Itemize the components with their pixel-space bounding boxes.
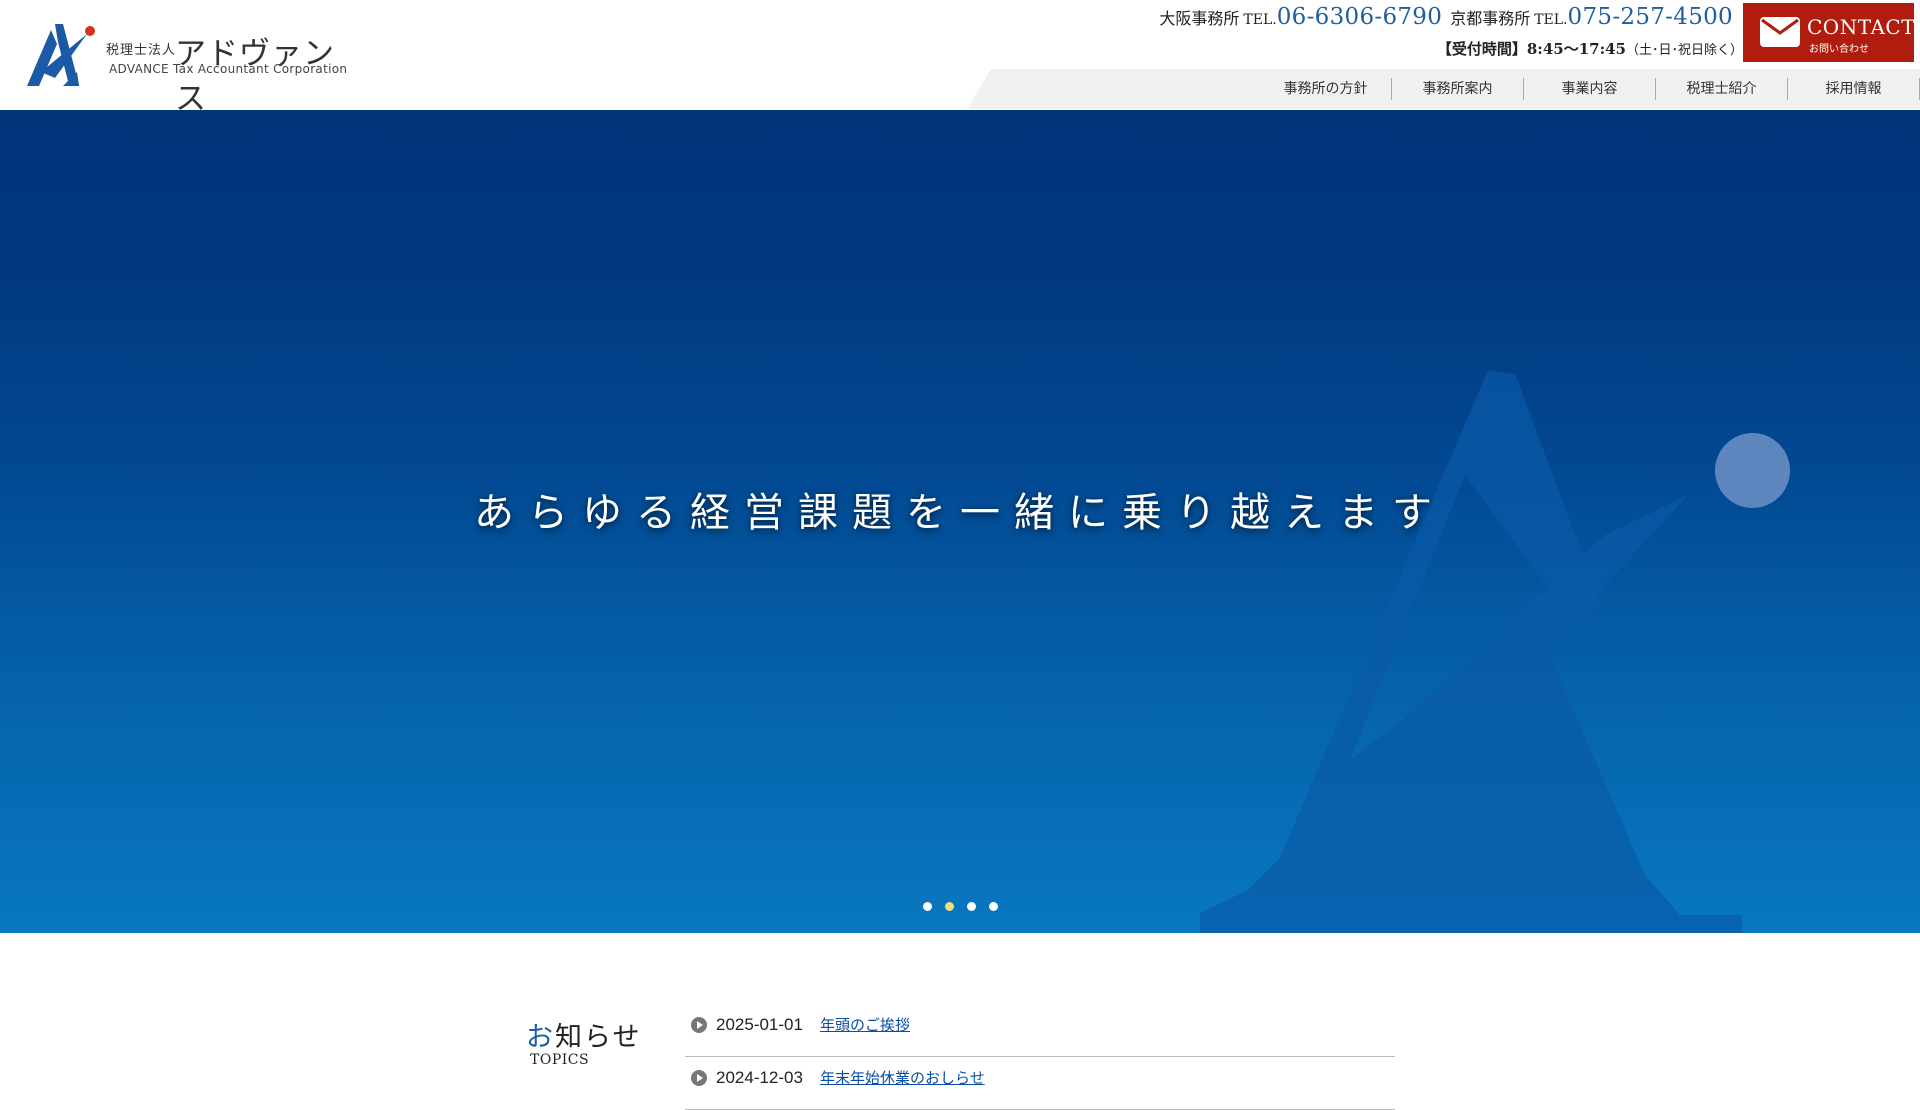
logo-english-name: ADVANCE Tax Accountant Corporation	[109, 62, 348, 76]
osaka-tel-number[interactable]: 06-6306-6790	[1277, 4, 1442, 30]
topics-heading-rest: 知らせ	[555, 1022, 642, 1053]
osaka-office-label: 大阪事務所	[1159, 9, 1240, 28]
logo-mark-icon	[27, 24, 95, 86]
contact-label-en: CONTACT	[1807, 15, 1916, 39]
slider-dot-2[interactable]	[944, 902, 954, 911]
reception-hours: 【受付時間】8:45〜17:45（土･日･祝日除く）	[1437, 38, 1743, 59]
main-nav: 事務所の方針 事務所案内 事業内容 税理士紹介 採用情報	[1260, 78, 1920, 100]
news-date: 2024-12-03	[716, 1068, 803, 1087]
topics-heading: お知らせ	[526, 1015, 641, 1054]
nav-item-policy[interactable]: 事務所の方針	[1260, 78, 1392, 100]
hero-catchphrase: あらゆる経営課題を一緒に乗り越えます	[474, 490, 1446, 536]
tel-line: 大阪事務所 TEL.06-6306-6790 京都事務所 TEL.075-257-45…	[1159, 4, 1733, 30]
contact-button[interactable]: CONTACT お問い合わせ	[1743, 3, 1916, 62]
slider-dot-3[interactable]	[966, 902, 976, 911]
nav-item-recruit[interactable]: 採用情報	[1788, 78, 1920, 100]
logo-prefix: 税理士法人	[106, 43, 177, 58]
topics-heading-accent: お	[526, 1022, 555, 1053]
nav-item-services[interactable]: 事業内容	[1524, 78, 1656, 100]
slider-dots	[0, 902, 1920, 911]
nav-item-office[interactable]: 事務所案内	[1392, 78, 1524, 100]
osaka-tel-label: TEL.	[1243, 12, 1277, 28]
hours-note: （土･日･祝日除く）	[1625, 43, 1743, 58]
news-title-link[interactable]: 年頭のご挨拶	[820, 1014, 910, 1035]
play-circle-icon	[691, 1070, 707, 1086]
slider-dot-4[interactable]	[988, 902, 998, 911]
topics-heading-en: TOPICS	[530, 1052, 590, 1068]
kyoto-tel-number[interactable]: 075-257-4500	[1568, 4, 1733, 30]
list-item: 2025-01-01 年頭のご挨拶	[685, 1004, 1395, 1057]
site-header: 税理士法人 アドヴァンス ADVANCE Tax Accountant Corp…	[0, 0, 1920, 117]
hours-label: 【受付時間】	[1436, 40, 1527, 58]
nav-item-accountants[interactable]: 税理士紹介	[1656, 78, 1788, 100]
news-list: 2025-01-01 年頭のご挨拶 2024-12-03 年末年始休業のおしらせ	[685, 1004, 1395, 1110]
hero-slider: あらゆる経営課題を一緒に乗り越えます	[0, 110, 1920, 933]
hours-time: 8:45〜17:45	[1526, 40, 1626, 58]
slider-dot-1[interactable]	[922, 902, 932, 911]
envelope-icon	[1760, 17, 1800, 47]
play-circle-icon	[691, 1017, 707, 1033]
kyoto-office-label: 京都事務所	[1450, 9, 1531, 28]
site-logo[interactable]: 税理士法人 アドヴァンス ADVANCE Tax Accountant Corp…	[27, 20, 348, 117]
list-item: 2024-12-03 年末年始休業のおしらせ	[685, 1057, 1395, 1110]
news-title-link[interactable]: 年末年始休業のおしらせ	[820, 1067, 985, 1088]
contact-label-ja: お問い合わせ	[1809, 44, 1869, 55]
kyoto-tel-label: TEL.	[1534, 12, 1568, 28]
news-date: 2025-01-01	[716, 1015, 803, 1034]
